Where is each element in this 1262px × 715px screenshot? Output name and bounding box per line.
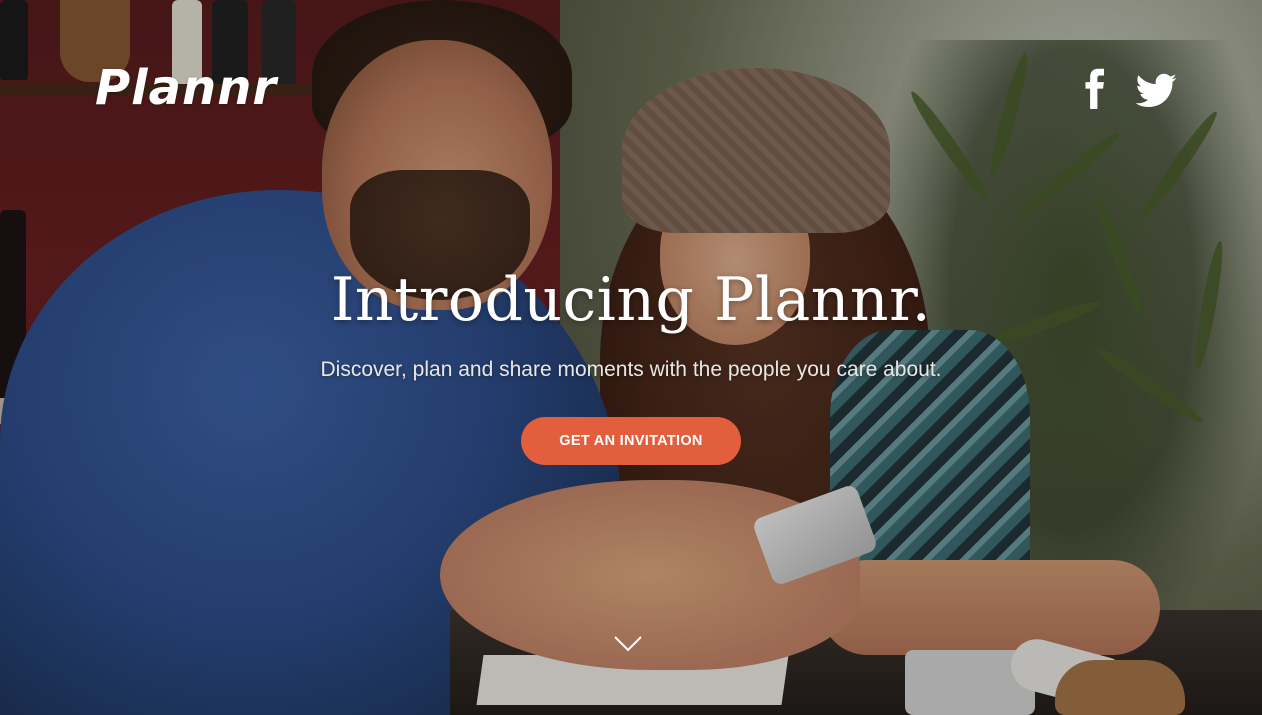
- scroll-down-link[interactable]: [613, 633, 643, 655]
- get-invitation-button[interactable]: GET AN INVITATION: [521, 417, 741, 465]
- hero-headline: Introducing Plannr.: [330, 265, 932, 335]
- facebook-link[interactable]: [1080, 68, 1110, 110]
- hero-section: Plannr Introducing Plannr. Discover, pla…: [0, 0, 1262, 715]
- facebook-icon: [1085, 68, 1104, 109]
- twitter-icon: [1135, 73, 1177, 107]
- chevron-down-icon: [614, 636, 642, 652]
- hero-content: Introducing Plannr. Discover, plan and s…: [0, 262, 1262, 465]
- twitter-link[interactable]: [1134, 68, 1178, 110]
- brand-logo[interactable]: Plannr: [95, 60, 277, 116]
- hero-subheadline: Discover, plan and share moments with th…: [320, 358, 942, 381]
